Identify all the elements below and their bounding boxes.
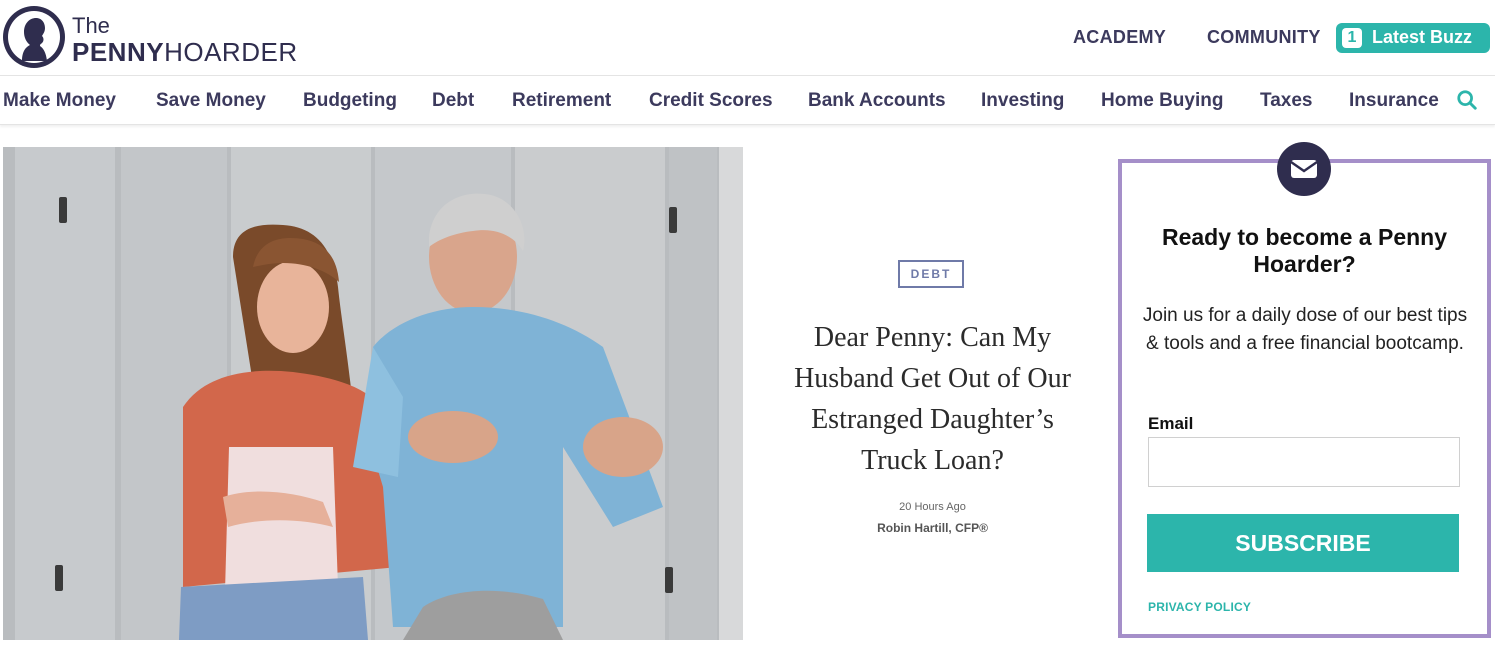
email-field[interactable] bbox=[1148, 437, 1460, 487]
logo-silhouette-icon bbox=[3, 6, 65, 68]
article-hero-image[interactable] bbox=[3, 147, 743, 640]
nav-item-insurance[interactable]: Insurance bbox=[1349, 90, 1439, 112]
nav-item-retirement[interactable]: Retirement bbox=[512, 90, 611, 112]
hero-photo bbox=[3, 147, 743, 640]
article-timestamp: 20 Hours Ago bbox=[899, 501, 966, 513]
email-label: Email bbox=[1148, 414, 1194, 433]
nav-item-debt[interactable]: Debt bbox=[432, 90, 474, 112]
community-link[interactable]: COMMUNITY bbox=[1207, 27, 1321, 48]
subscribe-button[interactable]: SUBSCRIBE bbox=[1147, 514, 1459, 572]
academy-link[interactable]: ACADEMY bbox=[1073, 27, 1166, 48]
article-author[interactable]: Robin Hartill, CFP® bbox=[780, 521, 1085, 535]
nav-item-bank-accounts[interactable]: Bank Accounts bbox=[808, 90, 946, 112]
site-header: The PENNYHOARDER ACADEMY COMMUNITY 1 Lat… bbox=[0, 0, 1495, 76]
nav-item-budgeting[interactable]: Budgeting bbox=[303, 90, 397, 112]
logo-text-penny: PENNY bbox=[72, 37, 165, 67]
logo-text-name: PENNYHOARDER bbox=[72, 37, 298, 67]
buzz-label: Latest Buzz bbox=[1372, 27, 1473, 47]
privacy-policy-link[interactable]: PRIVACY POLICY bbox=[1148, 600, 1251, 614]
nav-item-investing[interactable]: Investing bbox=[981, 90, 1064, 112]
nav-item-make-money[interactable]: Make Money bbox=[3, 90, 116, 112]
latest-buzz-button[interactable]: 1 Latest Buzz bbox=[1336, 23, 1490, 53]
site-logo[interactable]: The PENNYHOARDER bbox=[2, 5, 302, 69]
nav-item-taxes[interactable]: Taxes bbox=[1260, 90, 1312, 112]
signup-description: Join us for a daily dose of our best tip… bbox=[1142, 305, 1468, 354]
category-nav: Make Money Save Money Budgeting Debt Ret… bbox=[0, 76, 1495, 125]
article-teaser: DEBT Dear Penny: Can My Husband Get Out … bbox=[780, 147, 1085, 640]
nav-item-save-money[interactable]: Save Money bbox=[156, 90, 266, 112]
nav-item-credit-scores[interactable]: Credit Scores bbox=[649, 90, 773, 112]
logo-text-hoarder: HOARDER bbox=[164, 37, 298, 67]
category-tag[interactable]: DEBT bbox=[898, 260, 964, 288]
envelope-icon bbox=[1277, 142, 1331, 196]
search-icon[interactable] bbox=[1456, 89, 1478, 111]
nav-item-home-buying[interactable]: Home Buying bbox=[1101, 90, 1223, 112]
signup-title: Ready to become a Penny Hoarder? bbox=[1161, 224, 1448, 277]
logo-text-the: The bbox=[72, 13, 110, 38]
article-headline[interactable]: Dear Penny: Can My Husband Get Out of Ou… bbox=[780, 317, 1085, 481]
buzz-count-badge: 1 bbox=[1342, 28, 1362, 48]
